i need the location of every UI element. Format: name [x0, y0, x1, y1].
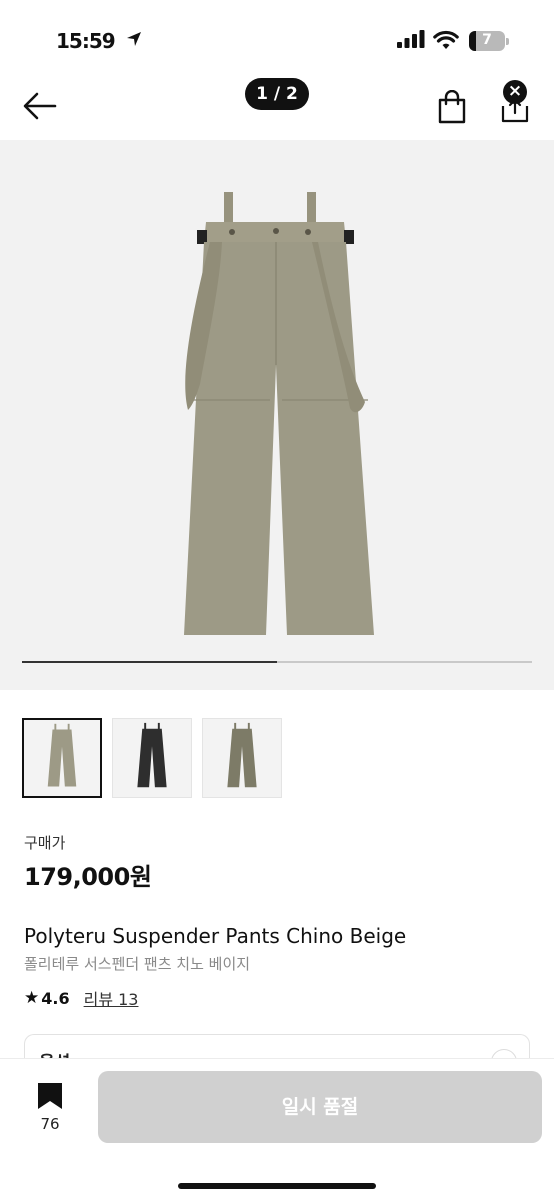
- bookmark-icon: [38, 1083, 62, 1109]
- status-time: 15:59: [56, 29, 116, 53]
- rating-value: 4.6: [41, 988, 70, 1008]
- battery-icon: 7: [469, 31, 509, 51]
- cellular-signal-icon: [397, 30, 425, 48]
- status-bar: 15:59 7: [0, 0, 554, 70]
- shopping-bag-icon: [438, 89, 466, 124]
- thumbnail-image: [137, 722, 167, 788]
- thumbnail-beige[interactable]: [22, 718, 102, 798]
- product-name-korean: 폴리테루 서스펜더 팬츠 치노 베이지: [24, 955, 251, 973]
- product-price: 179,000원: [24, 863, 152, 891]
- review-link[interactable]: 리뷰 13: [84, 986, 139, 1010]
- wifi-icon: [433, 30, 459, 49]
- price-label: 구매가: [24, 834, 66, 852]
- product-rating: ★ 4.6 리뷰 13: [24, 986, 138, 1010]
- thumbnail-olive[interactable]: [202, 718, 282, 798]
- top-navigation: 1 / 2 ×: [0, 70, 554, 140]
- thumbnail-black[interactable]: [112, 718, 192, 798]
- product-main-image: [184, 192, 374, 635]
- close-icon[interactable]: ×: [503, 80, 527, 104]
- battery-level: 7: [482, 32, 492, 48]
- thumbnail-image: [227, 722, 257, 788]
- back-button[interactable]: [22, 92, 58, 120]
- star-icon: ★: [24, 988, 40, 1008]
- soldout-button[interactable]: 일시 품절: [98, 1071, 542, 1143]
- location-arrow-icon: [127, 32, 141, 46]
- product-image-carousel[interactable]: [0, 140, 554, 690]
- image-progress-track: [22, 661, 532, 663]
- bottom-action-bar: 76 일시 품절: [0, 1058, 554, 1200]
- product-name: Polyteru Suspender Pants Chino Beige: [24, 924, 407, 948]
- bookmark-count: 76: [40, 1115, 60, 1133]
- image-page-indicator: 1 / 2: [245, 78, 309, 110]
- cart-button[interactable]: [437, 89, 467, 124]
- bookmark-button[interactable]: 76: [30, 1081, 70, 1141]
- home-indicator: [178, 1183, 376, 1189]
- image-progress-fill: [22, 661, 277, 663]
- share-button[interactable]: ×: [497, 80, 533, 124]
- thumbnail-image: [47, 723, 77, 787]
- arrow-left-icon: [23, 92, 57, 120]
